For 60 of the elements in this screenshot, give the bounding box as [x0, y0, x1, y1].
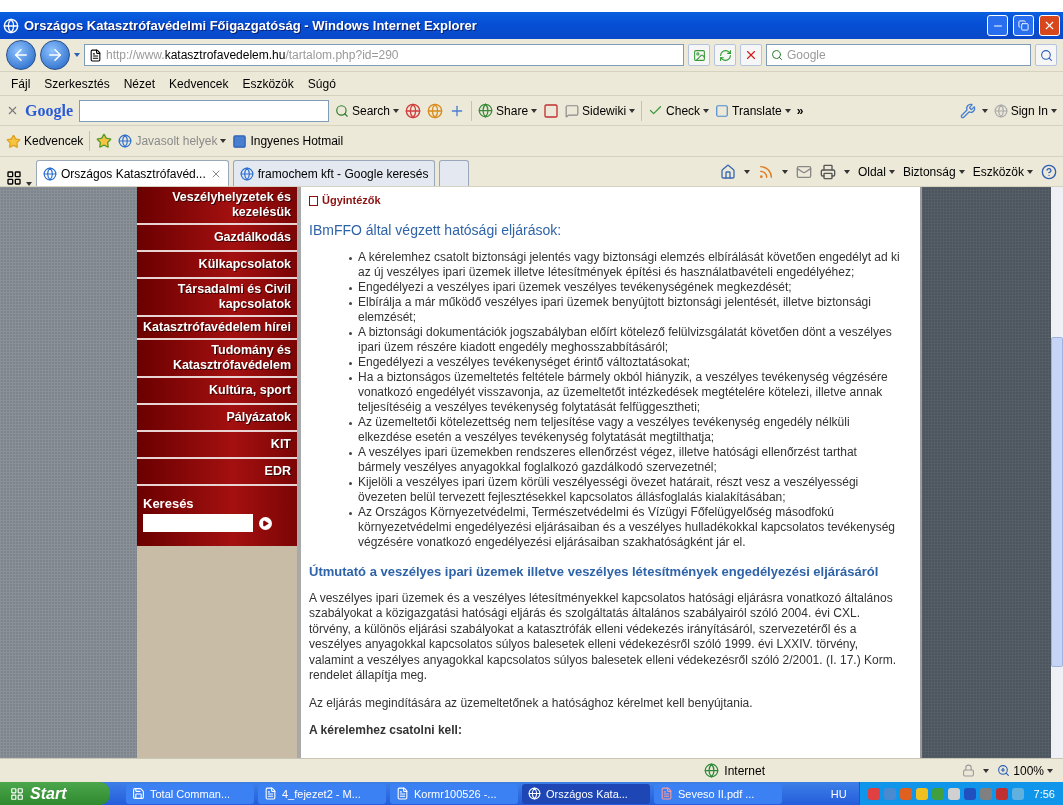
menu-item[interactable]: Eszközök — [237, 76, 299, 91]
command-menu[interactable]: Oldal — [857, 165, 895, 179]
subheading: A kérelemhez csatolni kell: — [309, 723, 463, 738]
taskbar-button[interactable]: 4_fejezet2 - M... — [258, 783, 386, 804]
list-item-text: A kérelemhez csatolt biztonsági jelentés vagy biztonsági elemzés elbírálását követően engedélyt ad ki az új veszélyes ipari üzemek illetve létesítmények építési és használatbavételi engedélyéhez; — [358, 249, 900, 280]
check-button[interactable]: Check — [648, 103, 710, 118]
list-item-text: A veszélyes ipari üzemekben rendszeres ellenőrzést végez, illetve hatósági ellenőrzést tarthat bármely veszélyes anyagokkal foglalkozó gazdálkodó szervezetnél; — [358, 444, 858, 475]
search-button[interactable]: Search — [335, 103, 400, 118]
list-item-text: Engedélyezi a veszélyes tevékenységet érintő változtatásokat; — [358, 354, 691, 370]
taskbar-button[interactable]: Total Comman... — [126, 783, 254, 804]
sidebar-link[interactable]: EDR — [137, 459, 297, 486]
google-logo: Google — [25, 101, 73, 120]
more-button[interactable]: » — [796, 103, 804, 118]
taskbar-button[interactable]: Országos Kata... — [522, 783, 650, 804]
sidebar-link[interactable]: Katasztrófavédelem hírei — [137, 317, 297, 340]
start-button[interactable]: Start — [0, 782, 110, 805]
search-label: Keresés — [143, 496, 195, 511]
paragraph: Az eljárás megindítására az üzemeltetőnek a hatósághoz kérelmet kell benyújtania. — [309, 695, 754, 711]
menu-item[interactable]: Fájl — [6, 76, 36, 91]
command-menu[interactable]: Biztonság — [902, 165, 965, 179]
section-heading: IBmFFO által végzett hatósági eljárások: — [309, 222, 563, 238]
favorites-button[interactable]: Kedvencek — [6, 133, 84, 149]
list-item-text: Az üzemeltetői kötelezettség nem teljesítése vagy a veszélyes tevékenység engedély nélküli elkezdése esetén a veszélyes tevékenység folytatását megtilthatja; — [358, 414, 851, 445]
sidebar-link[interactable]: Külkapcsolatok — [137, 252, 297, 279]
sign-in-button[interactable]: Sign In — [993, 103, 1057, 118]
sidebar-link[interactable]: KIT — [137, 432, 297, 459]
menu-item[interactable]: Szerkesztés — [39, 76, 115, 91]
taskbar-button[interactable]: Seveso II.pdf ... — [654, 783, 782, 804]
language-indicator[interactable]: HU — [822, 787, 855, 800]
hotmail-link[interactable]: Ingyenes Hotmail — [232, 133, 344, 149]
paragraph: A veszélyes ipari üzemek és a veszélyes létesítményekkel kapcsolatos hatósági eljárásra vonatkozó általános szabályokat a közigazgatási hatósági eljárás és szolgáltatás általános szabályairól szóló 2004. évi CXL. törvény, a különös eljárási szabályokat a katasztrófák elleni védekezés irányításáról, szervezetéről és a veszélyes anyagokkal kapcsolatos súlyos balesetek elleni védekezésről szóló 1999. évi LXXIV. törvény, valamint a veszélyes anyagokkal kapcsolatos súlyos balesetek elleni védekezésről szóló 2/2001. (I. 17.) Korm. rendelet állapítja meg. — [309, 590, 897, 684]
window-title: Országos Katasztrófavédelmi Főigazgatóság - Windows Internet Explorer — [24, 18, 478, 33]
address-field[interactable]: http://www.katasztrofavedelem.hu/tartalom.php?id=290 — [84, 44, 684, 66]
sidebar-link[interactable]: Tudomány és Katasztrófavédelem — [137, 340, 297, 378]
share-button[interactable]: Share — [478, 103, 538, 118]
list-item-text: Engedélyezi a veszélyes ipari üzemek veszélyes tevékenységének megkezdését; — [358, 279, 792, 295]
translate-button[interactable]: Translate — [715, 103, 791, 118]
clock: 7:56 — [1033, 787, 1055, 800]
sidebar-link[interactable]: Pályázatok — [137, 405, 297, 432]
sidebar-link[interactable]: Kultúra, sport — [137, 378, 297, 405]
list-item-text: Az Országos Környezetvédelmi, Természetvédelmi és Vízügyi Főfelügyelőség másodfokú környezetvédelmi engedélyezési eljárásaiban és a veszélyes hulladékokkal kapcsolatos tevékenység végzésére vonatkozó engedélyezési eljárásaiban szakhatóságként jár el. — [358, 504, 896, 550]
list-item-text: A biztonsági dokumentációk jogszabályban előírt kötelező felülvizsgálatát követően dönt a veszélyes ipari üzem részére kiadott engedély meghosszabbításáról; — [358, 324, 893, 355]
menu-item[interactable]: Kedvencek — [164, 76, 234, 91]
breadcrumb-link[interactable]: Ügyintézők — [309, 193, 381, 208]
sidebar-link[interactable]: Társadalmi és Civil kapcsolatok — [137, 279, 297, 317]
browser-tab[interactable]: Országos Katasztrófavéd... — [36, 160, 229, 186]
sidebar-link[interactable]: Veszélyhelyzetek és kezelésük — [137, 187, 297, 225]
sidebar-link[interactable]: Gazdálkodás — [137, 225, 297, 252]
command-menu[interactable]: Eszközök — [972, 165, 1033, 179]
guide-heading: Útmutató a veszélyes ipari üzemek illetve veszélyes létesítmények engedélyezési eljárásáról — [309, 563, 880, 579]
list-item-text: Elbírálja a már működő veszélyes ipari üzemek benyújtott biztonsági jelentését, illetve biztonsági elemzését; — [358, 294, 872, 325]
menu-item[interactable]: Súgó — [302, 76, 341, 91]
sidewiki-button[interactable]: Sidewiki — [565, 103, 636, 118]
menu-item[interactable]: Nézet — [118, 76, 161, 91]
list-item-text: Ha a biztonságos üzemeltetés feltétele bármely okból hiányzik, a veszélyes tevékenység végzésére vonatkozó engedélyét visszavonja, az üzemeltetőt intézkedések megtételére kötelezi, illetve annak teljesítéséig a veszélyes tevékenység folytatását felfüggesztheti; — [358, 369, 889, 415]
taskbar-button[interactable]: Kormr100526 -... — [390, 783, 518, 804]
zoom-button[interactable]: 100% — [997, 763, 1053, 778]
zone-label: Internet — [724, 763, 765, 778]
browser-tab[interactable]: framochem kft - Google keresés — [232, 160, 436, 186]
list-item-text: Kijelöli a veszélyes ipari üzem körüli veszélyességi övezet határait, részt vesz a veszélyességi övezeten belül tervezett fejlesztésekkel kapcsolatos állásfoglalás kialakításában; — [358, 474, 860, 505]
